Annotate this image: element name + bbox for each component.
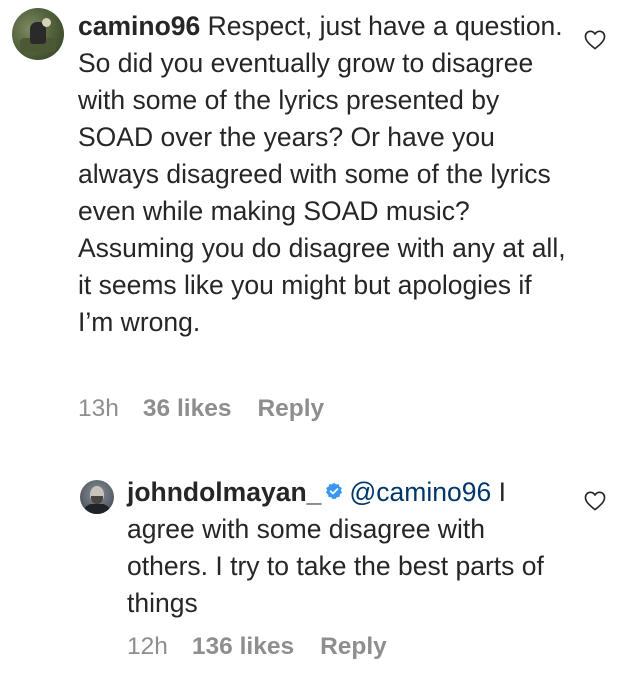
verified-badge-icon [326,482,343,500]
comment-body: johndolmayan_ @camino96 I agree with some… [127,474,573,622]
heart-outline-icon[interactable] [584,30,606,50]
likes-count[interactable]: 136 likes [192,633,294,661]
heart-outline-icon[interactable] [584,491,606,511]
reply-button[interactable]: Reply [257,395,324,423]
reply-button[interactable]: Reply [320,633,387,661]
comment-username[interactable]: camino96 [78,11,200,41]
comment-time: 13h [78,395,119,422]
likes-count[interactable]: 36 likes [143,395,232,423]
comment-body: camino96 Respect, just have a question. … [78,8,573,341]
comment-time: 12h [127,633,168,660]
mention-link[interactable]: @camino96 [349,477,491,507]
comment-text: Respect, just have a question. So did yo… [78,11,566,337]
comment-username[interactable]: johndolmayan_ [127,477,321,507]
comment-meta: 13h 36 likes Reply [78,395,324,423]
avatar[interactable] [80,480,114,514]
avatar[interactable] [12,8,64,60]
comment-meta: 12h 136 likes Reply [127,633,387,661]
